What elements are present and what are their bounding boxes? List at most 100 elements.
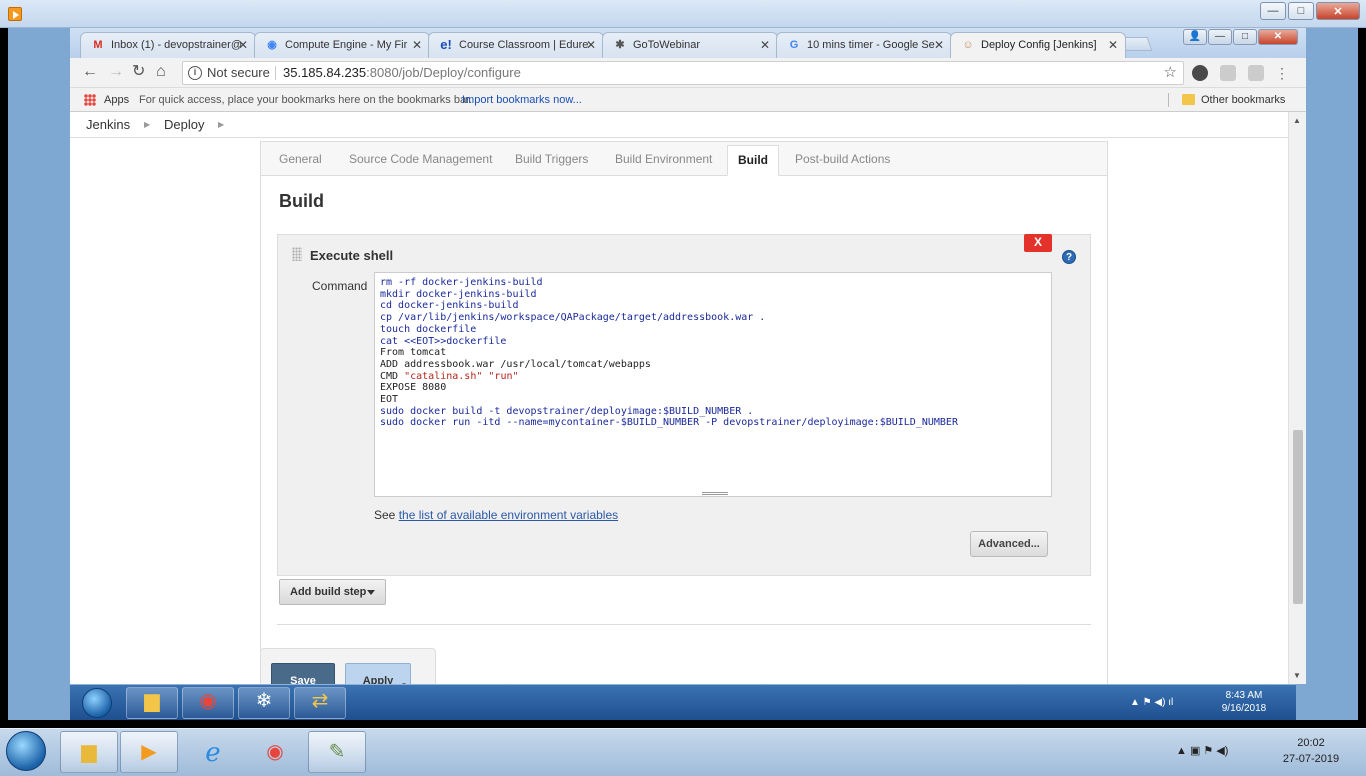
- extension-icon[interactable]: [1248, 65, 1264, 81]
- chrome-maximize-button[interactable]: □: [1233, 29, 1257, 45]
- outer-clock[interactable]: 20:02 27-07-2019: [1276, 735, 1346, 767]
- textarea-resize-handle[interactable]: [702, 492, 728, 495]
- ie-taskbar-button[interactable]: ℯ: [184, 731, 242, 773]
- tab-edureka[interactable]: e! Course Classroom | Edure ✕: [428, 32, 604, 58]
- page-scrollbar[interactable]: ▲ ▼: [1288, 112, 1306, 684]
- tray-icons[interactable]: ▲ ⚑ ◀) ıl: [1130, 696, 1173, 709]
- section-divider: [277, 624, 1091, 625]
- import-bookmarks-link[interactable]: Import bookmarks now...: [462, 88, 582, 112]
- host-close-button[interactable]: ✕: [1316, 2, 1360, 20]
- tab-build-environment[interactable]: Build Environment: [615, 152, 712, 166]
- user-profile-icon[interactable]: 👤: [1183, 29, 1207, 45]
- chrome-minimize-button[interactable]: —: [1208, 29, 1232, 45]
- explorer-taskbar-button[interactable]: ▆: [60, 731, 118, 773]
- gmail-icon: M: [93, 39, 103, 51]
- host-maximize-button[interactable]: □: [1288, 2, 1314, 20]
- tab-source-code-management[interactable]: Source Code Management: [349, 152, 492, 166]
- tab-label: 10 mins timer - Google Se: [807, 39, 935, 51]
- other-bookmarks-link[interactable]: Other bookmarks: [1201, 88, 1285, 112]
- chrome-menu-icon[interactable]: ⋮: [1274, 65, 1290, 81]
- home-button[interactable]: ⌂: [156, 64, 166, 80]
- folder-icon: ▆: [81, 741, 97, 763]
- tab-close-icon[interactable]: ✕: [238, 33, 248, 57]
- section-title: Build: [279, 191, 324, 211]
- bottom-button-bar: Save Apply: [260, 648, 436, 684]
- delete-step-button[interactable]: X: [1024, 234, 1052, 252]
- security-label: Not secure: [207, 65, 270, 80]
- apps-grid-icon[interactable]: [84, 94, 96, 106]
- apply-button[interactable]: Apply: [345, 663, 411, 684]
- windows-start-icon[interactable]: [6, 731, 46, 771]
- command-textarea[interactable]: rm -rf docker-jenkins-build mkdir docker-…: [374, 272, 1052, 497]
- tab-general[interactable]: General: [279, 152, 322, 166]
- back-button[interactable]: ←: [82, 64, 98, 80]
- tab-post-build-actions[interactable]: Post-build Actions: [795, 152, 890, 166]
- tab-gotowebinar[interactable]: ✱ GoToWebinar ✕: [602, 32, 778, 58]
- extension-icon[interactable]: [1220, 65, 1236, 81]
- breadcrumb-separator: ▶: [144, 120, 151, 129]
- scroll-down-icon[interactable]: ▼: [1293, 671, 1301, 680]
- windows-start-icon[interactable]: [82, 688, 112, 718]
- tab-close-icon[interactable]: ✕: [412, 33, 422, 57]
- folder-icon: [1182, 94, 1195, 105]
- inner-taskbar: ▆ ◉ ❄ ⇄ ▲ ⚑ ◀) ıl 8:43 AM 9/16/2018: [70, 684, 1296, 720]
- recorded-desktop: M Inbox (1) - devopstrainer@ ✕ ◉ Compute…: [8, 28, 1358, 720]
- chrome-taskbar-button[interactable]: ◉: [246, 731, 304, 773]
- command-line: touch dockerfile: [380, 323, 477, 335]
- host-window-controls: — □ ✕: [1260, 2, 1360, 20]
- host-minimize-button[interactable]: —: [1260, 2, 1286, 20]
- media-player-taskbar-button[interactable]: ▶: [120, 731, 178, 773]
- player-bar: [0, 720, 1366, 728]
- gotowebinar-icon: ✱: [615, 39, 625, 51]
- app-taskbar-button[interactable]: ❄: [238, 687, 290, 719]
- help-icon[interactable]: ?: [1062, 250, 1076, 264]
- tab-label: GoToWebinar: [633, 39, 701, 51]
- breadcrumb-separator: ▶: [218, 120, 225, 129]
- tab-build[interactable]: Build: [727, 145, 779, 176]
- step-title: Execute shell: [310, 248, 394, 263]
- tab-close-icon[interactable]: ✕: [760, 33, 770, 57]
- drag-handle-icon[interactable]: [292, 247, 302, 261]
- tab-close-icon[interactable]: ✕: [586, 33, 596, 57]
- scroll-up-icon[interactable]: ▲: [1293, 116, 1301, 125]
- chrome-close-button[interactable]: ✕: [1258, 29, 1298, 45]
- apps-link[interactable]: Apps: [104, 88, 129, 112]
- tab-label: Deploy Config [Jenkins]: [981, 39, 1097, 51]
- url-path: :8080/job/Deploy/configure: [366, 65, 521, 80]
- network-taskbar-button[interactable]: ⇄: [294, 687, 346, 719]
- tab-label: Course Classroom | Edure: [459, 39, 589, 51]
- forward-button[interactable]: →: [108, 64, 124, 80]
- tab-build-triggers[interactable]: Build Triggers: [515, 152, 588, 166]
- explorer-taskbar-button[interactable]: ▆: [126, 687, 178, 719]
- paint-taskbar-button[interactable]: ✎: [308, 731, 366, 773]
- tray-icons[interactable]: ▲ ▣ ⚑ ◀): [1176, 743, 1228, 759]
- tab-jenkins-deploy[interactable]: ☺ Deploy Config [Jenkins] ✕: [950, 32, 1126, 58]
- info-icon[interactable]: i: [188, 66, 202, 80]
- reload-button[interactable]: ↻: [132, 64, 145, 80]
- tab-gmail[interactable]: M Inbox (1) - devopstrainer@ ✕: [80, 32, 256, 58]
- chevron-down-icon: [367, 590, 375, 595]
- tab-close-icon[interactable]: ✕: [934, 33, 944, 57]
- breadcrumb-jenkins[interactable]: Jenkins: [86, 112, 130, 138]
- bookmark-star-icon[interactable]: ☆: [1164, 62, 1177, 84]
- env-vars-link[interactable]: the list of available environment variab…: [399, 508, 618, 522]
- tab-label: Compute Engine - My Fir: [285, 39, 408, 51]
- inner-clock-date: 9/16/2018: [1221, 703, 1267, 714]
- inner-clock[interactable]: 8:43 AM 9/16/2018: [1214, 689, 1274, 715]
- advanced-button[interactable]: Advanced...: [970, 531, 1048, 557]
- breadcrumb-deploy[interactable]: Deploy: [164, 112, 204, 138]
- bookmarks-separator: [1168, 93, 1169, 107]
- command-line: EXPOSE 8080: [380, 382, 447, 394]
- tab-google-search[interactable]: G 10 mins timer - Google Se ✕: [776, 32, 952, 58]
- save-button[interactable]: Save: [271, 663, 335, 684]
- tab-compute-engine[interactable]: ◉ Compute Engine - My Fir ✕: [254, 32, 430, 58]
- edureka-icon: e!: [440, 37, 452, 52]
- extension-icon[interactable]: [1192, 65, 1208, 81]
- add-build-step-button[interactable]: Add build step: [279, 579, 386, 605]
- address-bar[interactable]: i Not secure 35.185.84.235:8080/job/Depl…: [182, 61, 1184, 85]
- command-line: ADD addressbook.war /usr/local/tomcat/we…: [380, 358, 651, 370]
- tab-close-icon[interactable]: ✕: [1108, 33, 1118, 57]
- chrome-taskbar-button[interactable]: ◉: [182, 687, 234, 719]
- address-separator: [275, 66, 276, 80]
- scroll-thumb[interactable]: [1293, 430, 1303, 604]
